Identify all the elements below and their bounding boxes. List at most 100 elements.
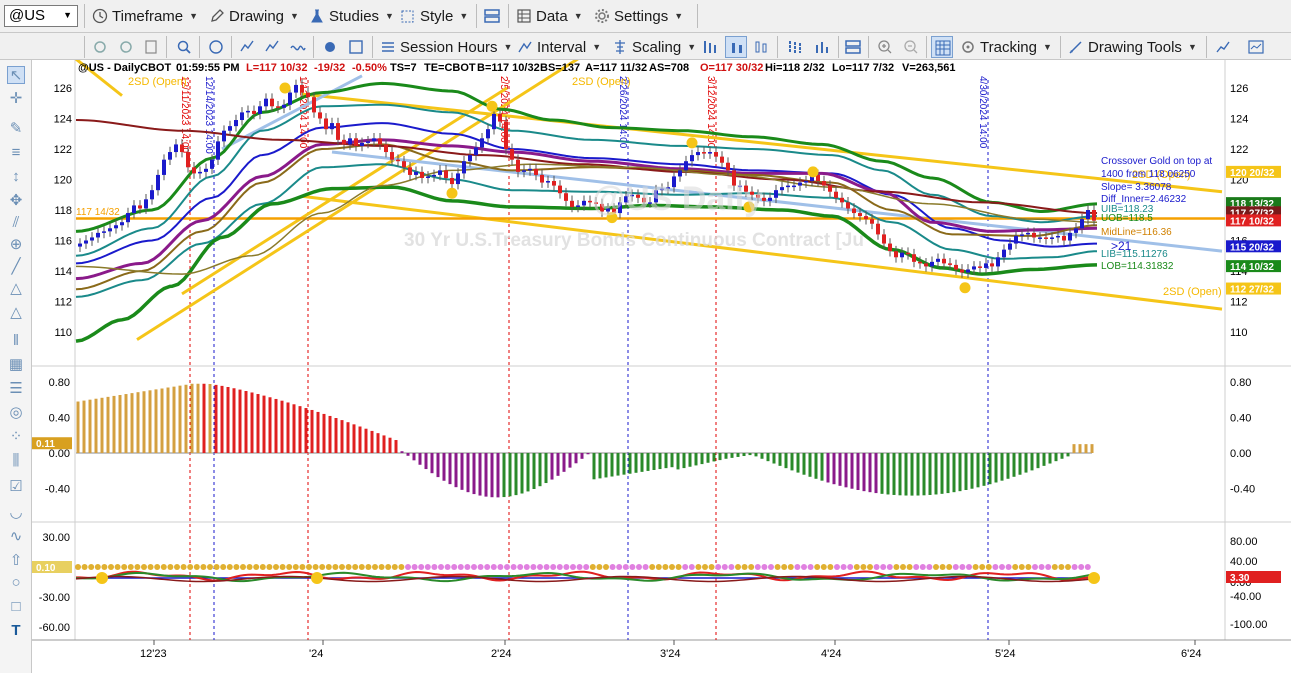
squeeze-dot [682, 564, 689, 570]
layout-icon[interactable] [484, 8, 500, 24]
symbol-input[interactable]: @US ▼ [4, 5, 78, 27]
squeeze-dot [193, 564, 200, 570]
triangle2-tool-icon[interactable]: △ [7, 304, 25, 322]
histogram-axis-label-left: 0.80 [49, 377, 70, 389]
style-menu[interactable]: Style ▼ [400, 5, 468, 27]
scaling-menu[interactable]: Scaling ▼ [612, 36, 696, 58]
wrench-tool-icon[interactable]: ✎ [7, 120, 25, 138]
squeeze-dot [1084, 564, 1091, 570]
trend-icon[interactable] [1215, 39, 1231, 55]
candle-body [270, 98, 274, 107]
candle-body [144, 199, 148, 209]
squeeze-dot [893, 564, 900, 570]
squeeze-dot [946, 564, 953, 570]
page-icon[interactable] [143, 39, 159, 55]
rectangle-tool-icon[interactable]: □ [7, 598, 25, 616]
crosshair-tool-icon[interactable]: ✛ [7, 90, 25, 108]
candle-body [960, 269, 964, 273]
squeeze-dot [398, 564, 405, 570]
candle-body [1074, 228, 1078, 233]
zoom-out-icon[interactable] [903, 39, 919, 55]
candle-body [222, 130, 226, 142]
candle-body [444, 170, 448, 178]
chart-type-icon[interactable] [239, 39, 255, 55]
session-hours-menu[interactable]: Session Hours ▼ [380, 36, 512, 58]
header-pct: -0.50% [352, 62, 387, 74]
candle-body [954, 264, 958, 270]
table-tool-icon[interactable]: ▦ [7, 356, 25, 374]
signal-dot [486, 100, 498, 112]
arc-tool-icon[interactable]: ◡ [7, 504, 25, 522]
cycle-tool-icon[interactable]: ⫼ [7, 452, 25, 470]
squeeze-dot [154, 564, 161, 570]
zoom-in-icon[interactable] [877, 39, 893, 55]
panes-icon[interactable] [845, 39, 861, 55]
up-arrow-tool-icon[interactable]: ⇧ [7, 552, 25, 570]
fib-tool-icon[interactable]: ☰ [7, 380, 25, 398]
price-tag-label: 115 20/32 [1230, 242, 1274, 253]
header-te: TE=CBOT [424, 62, 476, 74]
grid-toggle-button[interactable] [931, 36, 953, 58]
move-tool-icon[interactable]: ✥ [7, 192, 25, 210]
wave-icon[interactable] [290, 39, 306, 55]
candle-body [852, 208, 856, 214]
trendline-tool-icon[interactable]: ╱ [7, 258, 25, 276]
volume-icon[interactable] [814, 39, 830, 55]
settings-menu[interactable]: Settings ▼ [594, 5, 683, 27]
candle-body [552, 181, 556, 186]
dots-axis-label-left: -30.00 [39, 592, 70, 604]
candle-body [840, 197, 844, 203]
wave-tool-icon[interactable]: ∿ [7, 528, 25, 546]
magnify-icon[interactable] [176, 39, 192, 55]
candle-body [282, 104, 286, 108]
analytics-icon[interactable] [1248, 39, 1264, 55]
drawing-tools-menu[interactable]: Drawing Tools ▼ [1068, 36, 1197, 58]
squeeze-dot [471, 564, 477, 570]
timeframe-menu[interactable]: Timeframe ▼ [92, 5, 198, 27]
pointer-tool-icon[interactable]: ↖ [7, 66, 25, 84]
checkbox-tool-icon[interactable]: ☑ [7, 478, 25, 496]
squeeze-dot [807, 564, 814, 570]
squeeze-dot [94, 564, 101, 570]
candle-body [228, 126, 232, 131]
watermark-description: 30 Yr U.S.Treasury Bonds Continuous Cont… [404, 230, 864, 251]
hollow-candle-icon[interactable] [753, 39, 769, 55]
triangle-tool-icon[interactable]: △ [7, 280, 25, 298]
tracking-menu[interactable]: Tracking ▼ [960, 36, 1052, 58]
arrows-tool-icon[interactable]: ↕ [7, 168, 25, 186]
speedometer-icon[interactable] [208, 39, 224, 55]
candle-body [306, 92, 310, 98]
squeeze-dot [504, 564, 510, 570]
studies-menu[interactable]: Studies ▼ [309, 5, 394, 27]
candle-body [474, 147, 478, 156]
levels-tool-icon[interactable]: ≡ [7, 144, 25, 162]
interval-menu[interactable]: Interval ▼ [517, 36, 601, 58]
chart-area[interactable]: 12/11/2023 14:00 12/14/2023 14:00 1/12/202… [32, 60, 1291, 673]
squeeze-dot [1045, 564, 1052, 570]
format-icon[interactable] [348, 39, 364, 55]
spiral-tool-icon[interactable]: ◎ [7, 404, 25, 422]
squeeze-dot [695, 564, 702, 570]
text-tool-icon[interactable]: T [7, 622, 25, 640]
reload-icon[interactable] [118, 39, 134, 55]
squeeze-dot [834, 564, 840, 570]
dots-axis-label-right: -100.00 [1230, 619, 1267, 631]
candle-body [1038, 237, 1042, 239]
gann-tool-icon[interactable]: ⊕ [7, 236, 25, 254]
candle-body [564, 193, 568, 201]
drawing-menu[interactable]: Drawing ▼ [209, 5, 299, 27]
ohlc-icon[interactable] [787, 39, 803, 55]
candle-body [1008, 243, 1012, 250]
grid-dots-tool-icon[interactable]: ⁘ [7, 428, 25, 446]
bar-chart-icon[interactable] [702, 39, 718, 55]
bars-tool-icon[interactable]: ‖ [7, 332, 25, 350]
channel-tool-icon[interactable]: ⫽ [7, 214, 25, 232]
refresh-icon[interactable] [92, 39, 108, 55]
line-chart-icon[interactable] [264, 39, 280, 55]
candle-chart-button[interactable] [725, 36, 747, 58]
data-menu[interactable]: Data ▼ [516, 5, 583, 27]
header-last: L=117 10/32 [246, 62, 307, 74]
candle-body [990, 263, 994, 267]
settings-gear-icon[interactable] [322, 39, 338, 55]
ellipse-tool-icon[interactable]: ○ [7, 574, 25, 592]
